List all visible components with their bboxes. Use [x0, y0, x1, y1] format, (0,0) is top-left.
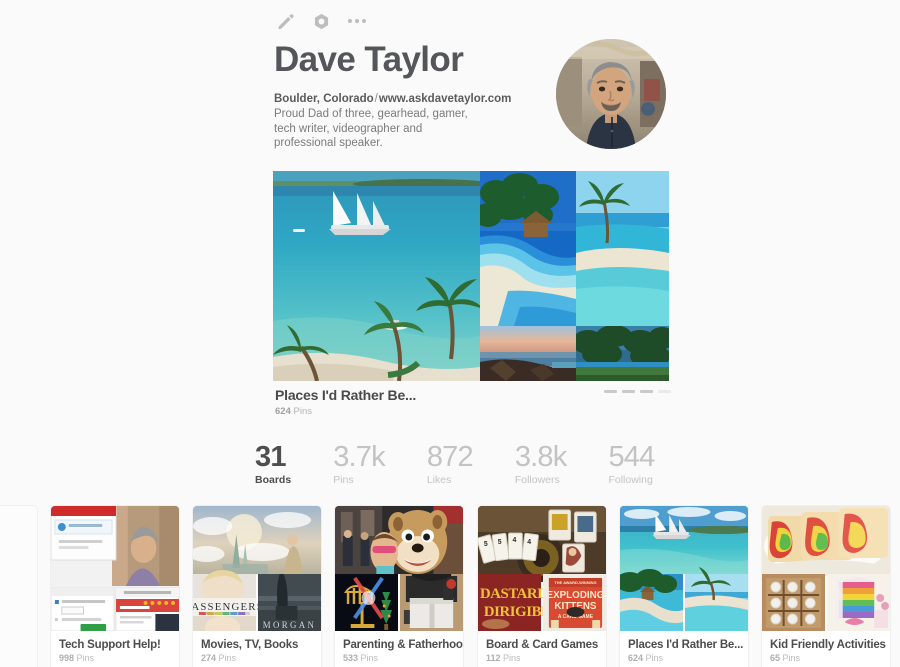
board-card-movies-tv-books[interactable]: PASSENGERS MORGAN [192, 505, 322, 667]
collage-image-main[interactable] [273, 171, 480, 381]
featured-board-collage[interactable] [273, 171, 669, 381]
collage-image-5[interactable] [576, 326, 669, 381]
board-title-tech-support-help: Tech Support Help! [59, 639, 161, 651]
avatar[interactable] [556, 39, 666, 149]
stat-boards-label: Boards [255, 474, 292, 486]
carousel-indicator[interactable] [604, 390, 671, 393]
stat-likes-label: Likes [426, 474, 452, 486]
carousel-dot-3[interactable] [640, 390, 653, 393]
board-card-board-card-games[interactable]: 5544 DASTARDLY DIRIGIBLES THE AWARD-WINN… [477, 505, 607, 667]
carousel-dot-4[interactable] [658, 390, 671, 393]
board-thumbnail-tech [51, 506, 179, 631]
profile-location: Boulder, Colorado [274, 93, 374, 105]
board-thumbnail-kids [762, 506, 890, 631]
board-pins-places-id-rather-be: 624 Pins [628, 653, 748, 663]
board-card-places-id-rather-be[interactable]: Places I'd Rather Be... 624 Pins [619, 505, 749, 667]
stat-likes[interactable]: 872 Likes [426, 441, 474, 486]
board-pin-count-0: 998 [59, 653, 75, 663]
edit-profile-button[interactable] [274, 10, 296, 32]
stat-pins-value: 3.7k [333, 441, 385, 473]
board-pin-label-3: Pins [503, 653, 521, 663]
stat-followers-label: Followers [514, 474, 560, 486]
board-pin-count-5: 65 [770, 653, 781, 663]
stat-following[interactable]: 544 Following [608, 441, 655, 486]
board-card-parenting-fatherhood[interactable]: Parenting & Fatherhood 533 Pins [334, 505, 464, 667]
board-card-partial[interactable] [0, 505, 38, 667]
svg-text:5: 5 [484, 541, 488, 548]
board-title-parenting-fatherhood: Parenting & Fatherhood [343, 639, 464, 651]
board-card-tech-support-help[interactable]: Tech Support Help! 998 Pins [50, 505, 180, 667]
board-thumbnail-places [620, 506, 748, 631]
board-card-kid-friendly-activities[interactable]: Kid Friendly Activities 65 Pins [761, 505, 891, 667]
board-pins-tech-support-help: 998 Pins [59, 653, 179, 663]
stat-followers[interactable]: 3.8k Followers [515, 441, 567, 486]
board-thumbnail-parenting [335, 506, 463, 631]
svg-text:MORGAN: MORGAN [263, 620, 317, 630]
profile-stats: 31 Boards 3.7k Pins 872 Likes 3.8k Follo… [255, 441, 655, 486]
stat-followers-value: 3.8k [514, 441, 567, 473]
board-pin-count-1: 274 [201, 653, 217, 663]
settings-button[interactable] [310, 10, 332, 32]
board-pin-count-2: 533 [343, 653, 359, 663]
pinterest-profile-page: Dave Taylor Boulder, Colorado/www.askdav… [0, 0, 900, 667]
svg-text:4: 4 [527, 539, 531, 546]
collage-image-4[interactable] [480, 326, 576, 381]
profile-website-link[interactable]: www.askdavetaylor.com [379, 93, 512, 105]
board-pin-count-3: 112 [486, 653, 501, 663]
carousel-dot-2[interactable] [622, 390, 635, 393]
featured-board-meta: Places I'd Rather Be... 624 Pins [275, 387, 675, 417]
featured-board-pins: 624 Pins [275, 406, 675, 417]
stat-following-value: 544 [608, 441, 655, 473]
svg-text:EXPLODING: EXPLODING [547, 590, 605, 601]
stat-boards[interactable]: 31 Boards [255, 441, 291, 486]
board-title-movies-tv-books: Movies, TV, Books [201, 639, 299, 651]
board-pins-kid-friendly-activities: 65 Pins [770, 653, 890, 663]
board-pin-label-4: Pins [645, 653, 664, 663]
svg-text:PASSENGERS: PASSENGERS [193, 601, 264, 613]
board-title-kid-friendly-activities: Kid Friendly Activities [770, 639, 886, 651]
featured-board-pin-count: 624 [275, 406, 291, 417]
stat-following-label: Following [608, 474, 653, 486]
featured-board-pin-label: Pins [293, 406, 312, 417]
board-grid: Tech Support Help! 998 Pins SSENGERS MOR… [0, 505, 900, 667]
board-thumbnail-partial [0, 506, 37, 631]
board-pin-label-2: Pins [360, 653, 379, 663]
more-options-button[interactable] [346, 10, 368, 32]
board-thumbnail-movies: PASSENGERS MORGAN [193, 506, 321, 631]
board-pin-label-5: Pins [782, 653, 801, 663]
board-pins-movies-tv-books: 274 Pins [201, 653, 321, 663]
board-pin-label-0: Pins [76, 653, 95, 663]
stat-likes-value: 872 [426, 441, 474, 473]
stat-boards-value: 31 [255, 441, 286, 473]
carousel-dot-1[interactable] [604, 390, 617, 393]
board-pins-board-card-games: 112 Pins [486, 653, 606, 663]
board-thumbnail-games: 5544 DASTARDLY DIRIGIBLES THE AWARD-WINN… [478, 506, 606, 631]
board-title-places-id-rather-be: Places I'd Rather Be... [628, 639, 744, 651]
board-pin-label-1: Pins [218, 653, 237, 663]
svg-text:5: 5 [498, 539, 502, 546]
stat-pins[interactable]: 3.7k Pins [333, 441, 385, 486]
profile-actions [274, 10, 368, 32]
board-pins-parenting-fatherhood: 533 Pins [343, 653, 463, 663]
profile-bio: Proud Dad of three, gearhead, gamer, tec… [274, 108, 468, 149]
svg-text:THE AWARD-WINNING: THE AWARD-WINNING [554, 580, 596, 585]
board-pin-count-4: 624 [628, 653, 644, 663]
board-title-board-card-games: Board & Card Games [486, 639, 599, 651]
collage-image-3[interactable] [576, 171, 669, 326]
collage-image-2[interactable] [480, 171, 576, 326]
ellipsis-icon [348, 19, 366, 23]
stat-pins-label: Pins [333, 474, 354, 486]
svg-text:4: 4 [512, 537, 516, 544]
